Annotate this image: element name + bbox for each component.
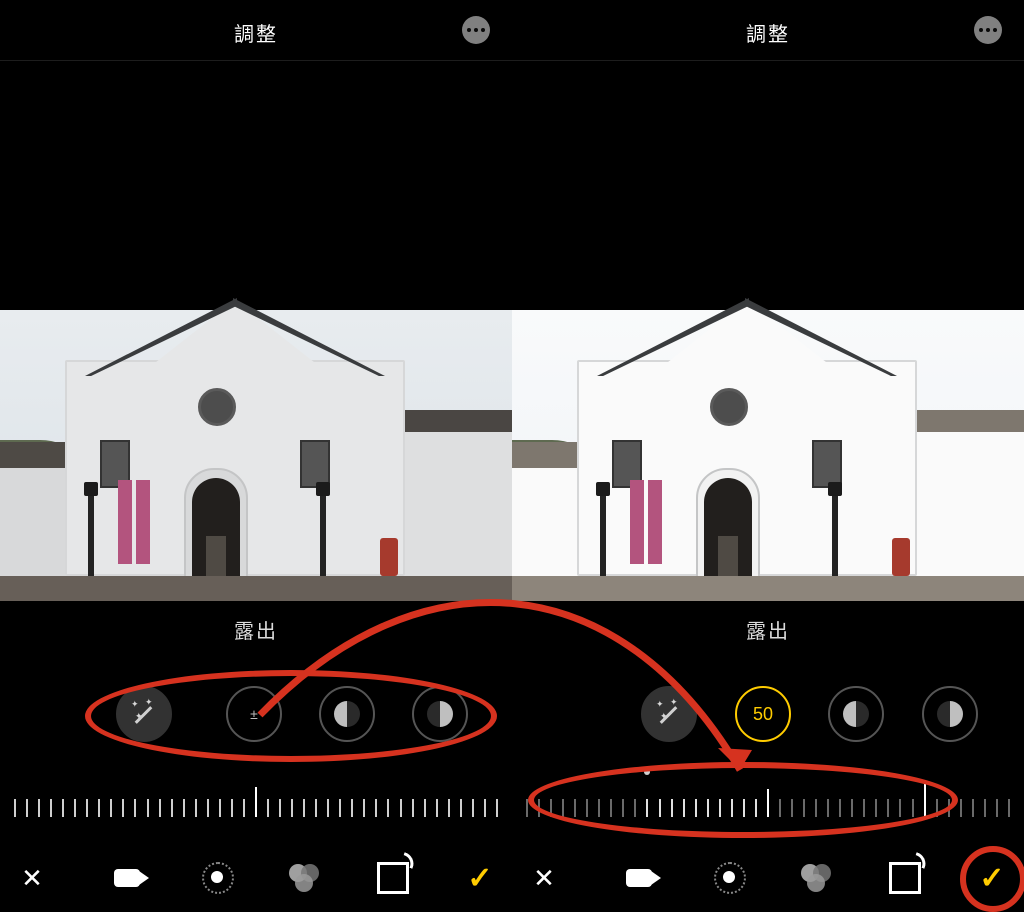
exposure-dial[interactable]: ±: [226, 686, 282, 742]
brilliance-dial[interactable]: [319, 686, 375, 742]
close-icon: ✕: [21, 863, 43, 894]
page-title: 調整: [0, 18, 512, 47]
video-mode-button[interactable]: [109, 860, 145, 896]
filters-mode-button[interactable]: [800, 860, 836, 896]
exposure-dial[interactable]: 50: [735, 686, 791, 742]
crop-mode-button[interactable]: [375, 860, 411, 896]
adjust-icon: [202, 862, 234, 894]
crop-icon: [377, 862, 409, 894]
filters-icon: [289, 864, 323, 892]
brilliance-dial[interactable]: [828, 686, 884, 742]
highlights-dial[interactable]: [922, 686, 978, 742]
auto-enhance-dial[interactable]: ✦✦✦: [116, 686, 172, 742]
adjust-icon: [714, 862, 746, 894]
more-button[interactable]: [974, 16, 1002, 44]
bottom-toolbar: ✕ ✓: [0, 850, 512, 902]
parameter-name: 露出: [0, 615, 512, 644]
adjust-mode-button[interactable]: [200, 860, 236, 896]
wand-icon: ✦✦✦: [656, 701, 682, 727]
crop-icon: [889, 862, 921, 894]
top-bar: 調整: [0, 0, 512, 61]
photo-preview: [0, 310, 512, 601]
half-circle-dark-icon: [427, 701, 453, 727]
checkmark-icon: ✓: [467, 861, 492, 896]
adjustment-dials: ✦✦✦ ±: [0, 678, 512, 748]
half-circle-light-icon: [334, 701, 360, 727]
filters-icon: [801, 864, 835, 892]
video-icon: [114, 869, 140, 887]
exposure-value: 50: [753, 704, 773, 725]
comparison-stage: 調整 露出 ✦✦✦ ±: [0, 0, 1024, 912]
done-button[interactable]: ✓: [974, 860, 1010, 896]
half-circle-dark-icon: [937, 701, 963, 727]
cancel-button[interactable]: ✕: [14, 860, 50, 896]
parameter-name: 露出: [512, 615, 1024, 644]
half-circle-light-icon: [843, 701, 869, 727]
highlights-dial[interactable]: [412, 686, 468, 742]
adjustment-dials: ✦✦✦ 50: [512, 678, 1024, 748]
plus-minus-icon: ±: [250, 706, 258, 722]
top-bar: 調整: [512, 0, 1024, 61]
auto-enhance-dial[interactable]: ✦✦✦: [641, 686, 697, 742]
photo-preview: [512, 310, 1024, 601]
crop-mode-button[interactable]: [887, 860, 923, 896]
video-icon: [626, 869, 652, 887]
close-icon: ✕: [533, 863, 555, 894]
editor-panel-after: 調整 露出 ✦✦✦ 50: [512, 0, 1024, 912]
more-button[interactable]: [462, 16, 490, 44]
value-slider[interactable]: [0, 785, 512, 825]
editor-panel-before: 調整 露出 ✦✦✦ ±: [0, 0, 512, 912]
value-slider[interactable]: [512, 785, 1024, 825]
adjust-mode-button[interactable]: [712, 860, 748, 896]
checkmark-icon: ✓: [979, 861, 1004, 896]
done-button[interactable]: ✓: [462, 860, 498, 896]
wand-icon: ✦✦✦: [131, 701, 157, 727]
page-title: 調整: [512, 18, 1024, 47]
filters-mode-button[interactable]: [288, 860, 324, 896]
cancel-button[interactable]: ✕: [526, 860, 562, 896]
slider-origin-dot: [644, 769, 650, 775]
video-mode-button[interactable]: [621, 860, 657, 896]
bottom-toolbar: ✕ ✓: [512, 850, 1024, 902]
